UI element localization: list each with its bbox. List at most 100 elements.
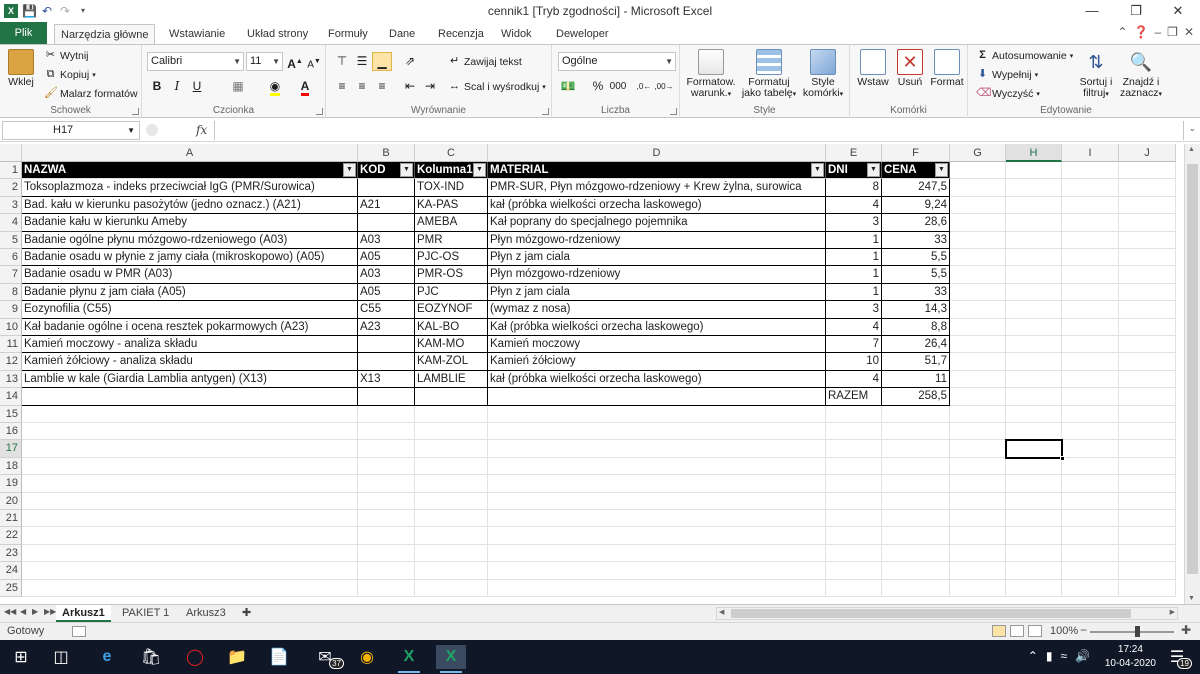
- row-header-12[interactable]: 12: [0, 353, 22, 371]
- decrease-decimal-button[interactable]: ,00→: [654, 77, 674, 96]
- row-header-17[interactable]: 17: [0, 440, 22, 458]
- row-header-14[interactable]: 14: [0, 388, 22, 406]
- table-cell-b7[interactable]: A03: [358, 266, 415, 284]
- cell-a16[interactable]: [22, 423, 358, 441]
- table-cell-e2[interactable]: 8: [826, 179, 882, 197]
- cell-g5[interactable]: [950, 231, 1006, 249]
- cell-j7[interactable]: [1119, 266, 1176, 284]
- table-cell-b8[interactable]: A05: [358, 283, 415, 302]
- row-header-15[interactable]: 15: [0, 405, 22, 423]
- table-cell-c8[interactable]: PJC: [415, 283, 488, 302]
- align-top-button[interactable]: ⊤: [332, 52, 352, 71]
- table-cell-e9[interactable]: 3: [826, 301, 882, 319]
- tab-review[interactable]: Recenzja: [432, 24, 490, 44]
- shrink-font-button[interactable]: A▼: [304, 52, 324, 71]
- cell-h1[interactable]: [1006, 162, 1062, 180]
- table-cell-d12[interactable]: Kamień żółciowy: [488, 353, 826, 371]
- cell-a21[interactable]: [22, 510, 358, 528]
- cell-h16[interactable]: [1006, 423, 1062, 441]
- cell-c23[interactable]: [415, 544, 488, 563]
- table-cell-d5[interactable]: Płyn mózgowo-rdzeniowy: [488, 231, 826, 249]
- cell-f15[interactable]: [882, 405, 950, 423]
- cell-g9[interactable]: [950, 301, 1006, 319]
- cell-i5[interactable]: [1062, 231, 1119, 249]
- cell-a19[interactable]: [22, 475, 358, 493]
- cell-a24[interactable]: [22, 562, 358, 580]
- cell-h23[interactable]: [1006, 544, 1062, 563]
- volume-icon[interactable]: 🔊: [1075, 649, 1090, 663]
- cell-a17[interactable]: [22, 440, 358, 458]
- cell-f23[interactable]: [882, 544, 950, 563]
- number-format-combo[interactable]: Ogólne ▼: [558, 52, 676, 71]
- page-layout-view-icon[interactable]: [1010, 625, 1024, 637]
- cell-b25[interactable]: [358, 579, 415, 597]
- cell-d18[interactable]: [488, 457, 826, 476]
- underline-button[interactable]: U: [187, 77, 207, 96]
- scroll-down-icon[interactable]: ▼: [1188, 595, 1195, 602]
- orientation-button[interactable]: ⇗: [400, 52, 420, 71]
- cell-c22[interactable]: [415, 527, 488, 545]
- font-size-combo[interactable]: 11 ▼: [246, 52, 283, 71]
- font-dialog-launcher[interactable]: [316, 108, 323, 115]
- table-cell-a2[interactable]: Toksoplazmoza - indeks przeciwciał IgG (…: [22, 179, 358, 197]
- cell-h11[interactable]: [1006, 336, 1062, 354]
- cell-b18[interactable]: [358, 457, 415, 476]
- table-cell-c13[interactable]: LAMBLIE: [415, 370, 488, 389]
- insert-function-button[interactable]: fx: [196, 123, 207, 137]
- table-cell-a7[interactable]: Badanie osadu w PMR (A03): [22, 266, 358, 284]
- table-header-cell-a1[interactable]: NAZWA ▼: [22, 162, 358, 180]
- cell-j13[interactable]: [1119, 370, 1176, 389]
- conditional-formatting-button[interactable]: Formatow. warunk.▾: [682, 49, 740, 100]
- cell-c25[interactable]: [415, 579, 488, 597]
- new-sheet-button[interactable]: ✚: [236, 605, 257, 622]
- formula-bar-expand-icon[interactable]: [146, 124, 158, 136]
- cell-c24[interactable]: [415, 562, 488, 580]
- cell-a15[interactable]: [22, 405, 358, 423]
- cell-c16[interactable]: [415, 423, 488, 441]
- cell-h25[interactable]: [1006, 579, 1062, 597]
- edge-browser-icon[interactable]: e: [92, 645, 122, 669]
- cell-d19[interactable]: [488, 475, 826, 493]
- table-cell-d9[interactable]: (wymaz z nosa): [488, 301, 826, 319]
- table-cell-b9[interactable]: C55: [358, 301, 415, 319]
- cell-j21[interactable]: [1119, 510, 1176, 528]
- tab-page-layout[interactable]: Układ strony: [241, 24, 314, 44]
- cell-c15[interactable]: [415, 405, 488, 423]
- cell-f21[interactable]: [882, 510, 950, 528]
- table-cell-f2[interactable]: 247,5: [882, 179, 950, 197]
- tab-formulas[interactable]: Formuły: [322, 24, 374, 44]
- cell-d16[interactable]: [488, 423, 826, 441]
- cell-g20[interactable]: [950, 492, 1006, 510]
- cell-g8[interactable]: [950, 283, 1006, 302]
- cell-f16[interactable]: [882, 423, 950, 441]
- scroll-up-icon[interactable]: ▲: [1188, 146, 1195, 153]
- table-cell-d3[interactable]: kał (próbka wielkości orzecha laskowego): [488, 196, 826, 215]
- cell-d23[interactable]: [488, 544, 826, 563]
- fill-button[interactable]: ⬇ Wypełnij ▾: [976, 68, 1038, 81]
- copy-button[interactable]: ⧉ Kopiuj ▾: [44, 68, 96, 81]
- row-header-10[interactable]: 10: [0, 318, 22, 336]
- cell-h22[interactable]: [1006, 527, 1062, 545]
- workbook-minimize-icon[interactable]: –: [1154, 25, 1161, 39]
- cell-f24[interactable]: [882, 562, 950, 580]
- cell-e19[interactable]: [826, 475, 882, 493]
- table-cell-f11[interactable]: 26,4: [882, 336, 950, 354]
- sheet-tab-pakiet1[interactable]: PAKIET 1: [116, 605, 175, 622]
- paste-button[interactable]: Wklej: [4, 49, 38, 88]
- accounting-format-button[interactable]: 💵: [558, 77, 578, 96]
- cell-j18[interactable]: [1119, 457, 1176, 476]
- column-header-f[interactable]: F: [882, 144, 950, 162]
- cell-i19[interactable]: [1062, 475, 1119, 493]
- format-cells-button[interactable]: Format: [928, 49, 966, 88]
- filter-dropdown-icon[interactable]: ▼: [811, 163, 824, 177]
- chrome-browser-icon[interactable]: ◉: [352, 645, 382, 669]
- cell-e22[interactable]: [826, 527, 882, 545]
- cell-e17[interactable]: [826, 440, 882, 458]
- cell-e23[interactable]: [826, 544, 882, 563]
- zoom-slider[interactable]: [1090, 631, 1174, 633]
- cell-g15[interactable]: [950, 405, 1006, 423]
- help-icon[interactable]: ❓: [1134, 25, 1149, 39]
- cell-a14[interactable]: [22, 388, 358, 406]
- cell-j16[interactable]: [1119, 423, 1176, 441]
- vertical-scrollbar[interactable]: ▲ ▼: [1184, 144, 1200, 604]
